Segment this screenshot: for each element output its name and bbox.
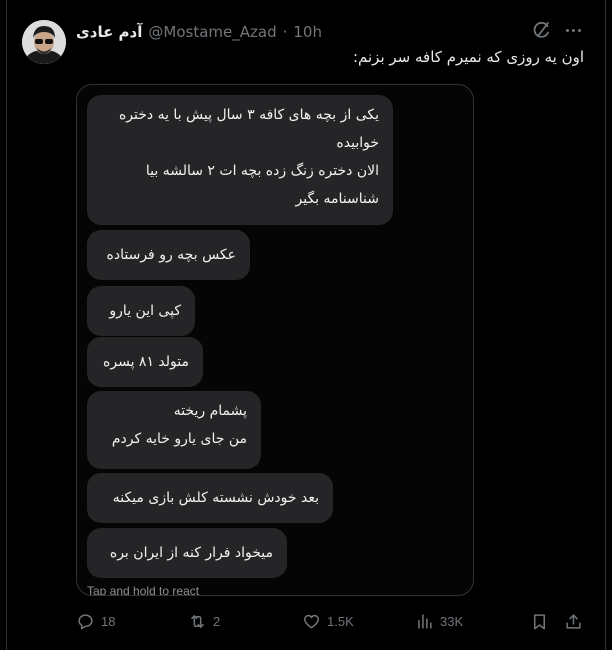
avatar-image: [22, 20, 66, 64]
chat-line: متولد ۸۱ پسره: [103, 354, 189, 370]
timestamp[interactable]: 10h: [293, 23, 322, 41]
chat-bubble: متولد ۸۱ پسره: [87, 337, 203, 387]
repost-button[interactable]: 2: [188, 610, 220, 632]
share-icon: [566, 613, 581, 629]
bookmark-icon: [533, 613, 546, 629]
reply-count: 18: [101, 613, 116, 629]
analytics-icon: [418, 613, 432, 629]
chat-bubble: کپی این یارو: [87, 286, 195, 336]
share-button[interactable]: [564, 610, 583, 632]
chat-line: من جای یارو خایه کردم: [111, 431, 247, 447]
repost-icon: [191, 614, 204, 628]
chat-bubble: پشمام ریخته من جای یارو خایه کردم: [87, 391, 261, 469]
bookmark-button[interactable]: [530, 610, 549, 632]
chat-line: شناسنامه بگیر: [295, 191, 379, 207]
chat-line: عکس بچه رو فرستاده: [106, 247, 236, 263]
chat-line: پشمام ریخته: [173, 403, 247, 419]
views-button[interactable]: 33K: [415, 610, 463, 632]
tweet-text: اون یه روزی که نمیرم کافه سر بزنم:: [352, 48, 584, 66]
more-options-icon[interactable]: [562, 20, 584, 40]
chat-line: کپی این یارو: [109, 303, 181, 319]
chat-line: میخواد فرار کنه از ایران بره: [109, 545, 273, 561]
tweet-header: آدم عادی @Mostame_Azad · 10h: [76, 22, 322, 42]
tweet-actions-bar: 18 2 1.5K 33K: [0, 610, 612, 634]
chat-line: الان دختره زنگ زده بچه ات ۲ سالشه بیا: [145, 163, 379, 179]
chat-bubble: عکس بچه رو فرستاده: [87, 230, 250, 280]
reply-button[interactable]: 18: [76, 610, 115, 632]
separator-dot: ·: [282, 23, 288, 41]
like-button[interactable]: 1.5K: [302, 610, 354, 632]
display-name[interactable]: آدم عادی: [76, 23, 142, 41]
repost-count: 2: [213, 613, 221, 629]
reply-icon: [78, 613, 93, 629]
chat-line: بعد خودش نشسته کلش بازی میکنه: [112, 490, 319, 506]
user-handle[interactable]: @Mostame_Azad: [148, 23, 276, 41]
grok-icon[interactable]: [532, 20, 552, 40]
chat-line: یکی از بچه های کافه ۳ سال پیش با یه دختر…: [118, 107, 379, 123]
chat-bubble: میخواد فرار کنه از ایران بره: [87, 528, 287, 578]
react-hint: Tap and hold to react: [87, 584, 200, 596]
chat-bubble: بعد خودش نشسته کلش بازی میکنه: [87, 473, 333, 523]
chat-bubble: یکی از بچه های کافه ۳ سال پیش با یه دختر…: [87, 95, 393, 225]
like-count: 1.5K: [327, 613, 354, 629]
heart-icon: [304, 614, 319, 629]
avatar[interactable]: [22, 20, 66, 64]
chat-line: خوابیده: [336, 135, 379, 151]
view-count: 33K: [440, 613, 464, 629]
tweet-media-screenshot[interactable]: یکی از بچه های کافه ۳ سال پیش با یه دختر…: [76, 84, 474, 596]
